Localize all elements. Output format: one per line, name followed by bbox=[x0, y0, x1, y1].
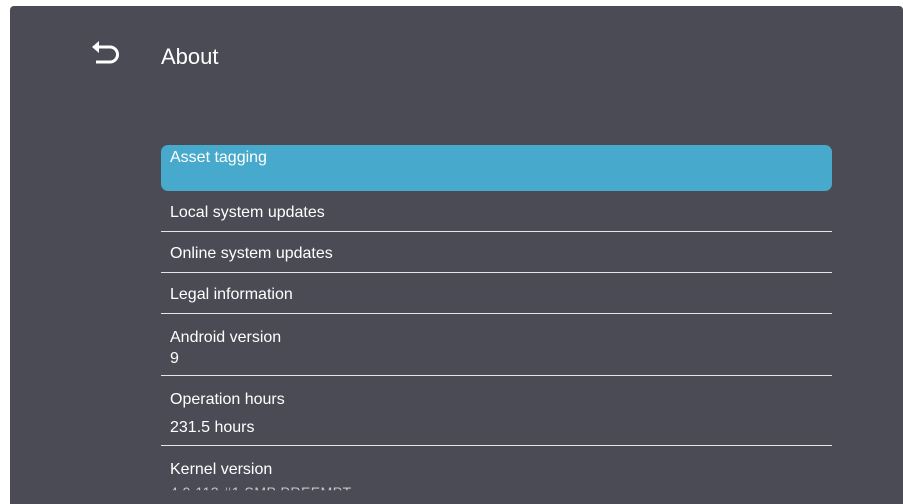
menu-item-label: Operation hours bbox=[170, 391, 285, 408]
back-arrow-icon bbox=[92, 41, 119, 64]
menu-item-operation-hours[interactable]: Operation hours 231.5 hours bbox=[161, 376, 832, 446]
menu-item-label: Kernel version bbox=[170, 461, 273, 478]
about-menu-list: Asset tagging Local system updates Onlin… bbox=[161, 145, 832, 490]
settings-panel: About Asset tagging Local system updates… bbox=[10, 6, 903, 504]
back-button[interactable] bbox=[88, 38, 124, 74]
menu-item-android-version[interactable]: Android version 9 bbox=[161, 314, 832, 376]
page-title: About bbox=[161, 44, 219, 69]
menu-item-value: 9 bbox=[170, 350, 179, 367]
menu-item-label: Android version bbox=[170, 329, 282, 346]
menu-item-value: 4.9.113 #1 SMP PREEMPT bbox=[170, 484, 352, 500]
menu-item-label: Online system updates bbox=[170, 245, 333, 262]
menu-item-local-system-updates[interactable]: Local system updates bbox=[161, 191, 832, 232]
menu-item-legal-information[interactable]: Legal information bbox=[161, 273, 832, 314]
menu-item-label: Legal information bbox=[170, 286, 293, 303]
menu-item-kernel-version[interactable]: Kernel version 4.9.113 #1 SMP PREEMPT bbox=[161, 446, 832, 490]
menu-item-online-system-updates[interactable]: Online system updates bbox=[161, 232, 832, 273]
menu-item-label: Asset tagging bbox=[170, 149, 267, 166]
menu-item-asset-tagging[interactable]: Asset tagging bbox=[161, 145, 832, 191]
menu-item-value: 231.5 hours bbox=[170, 419, 255, 436]
menu-item-label: Local system updates bbox=[170, 204, 325, 221]
